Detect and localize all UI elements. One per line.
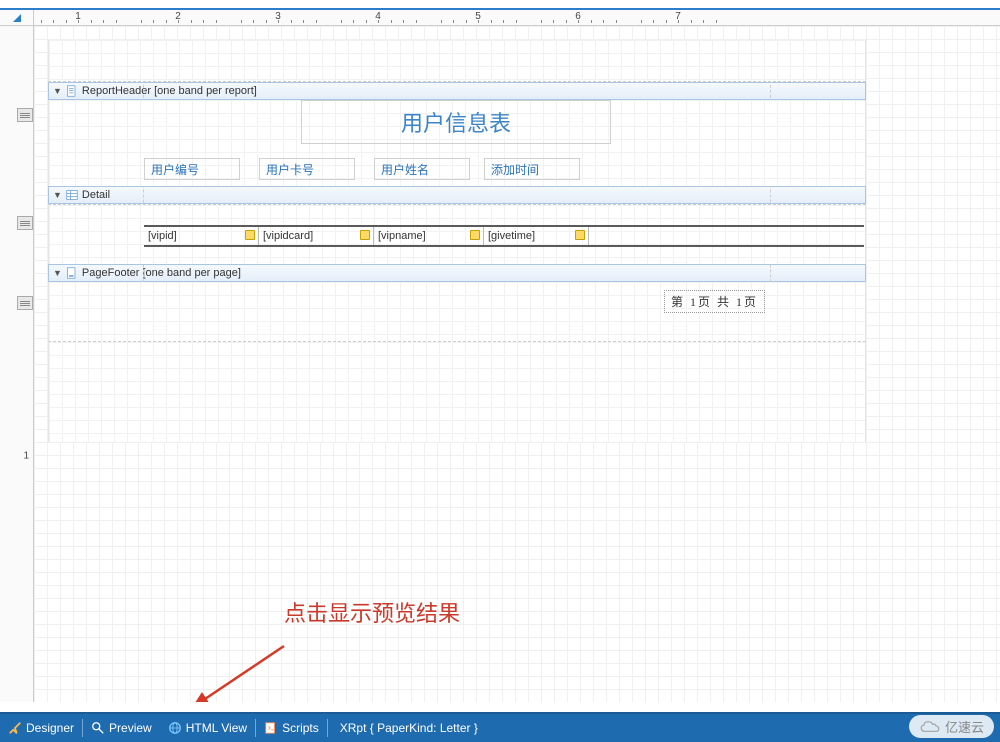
status-text: XRpt { PaperKind: Letter }	[328, 721, 490, 735]
view-tab-bar: Designer Preview HTML View Scripts XRpt …	[0, 712, 1000, 742]
page-info-label[interactable]: 第 1页 共 1页	[664, 290, 765, 313]
cloud-icon	[919, 720, 941, 734]
designer-icon	[8, 721, 22, 735]
smart-tag-icon[interactable]	[360, 230, 370, 240]
field-vipid[interactable]: [vipid]	[144, 227, 259, 245]
detail-table-row[interactable]: [vipid] [vipidcard] [vipname] [give	[144, 225, 864, 247]
tab-scripts[interactable]: Scripts	[256, 714, 327, 742]
band-label: PageFooter [one band per page]	[82, 267, 241, 279]
band-header-detail[interactable]: ▼ Detail	[48, 186, 866, 204]
tab-designer[interactable]: Designer	[0, 714, 82, 742]
field-vipidcard[interactable]: [vipidcard]	[259, 227, 374, 245]
detail-body[interactable]: [vipid] [vipidcard] [vipname] [give	[48, 204, 866, 264]
field-vipname[interactable]: [vipname]	[374, 227, 484, 245]
designer-workspace: 1234567 1 ▼ ReportHeader [one band per r…	[0, 10, 1000, 702]
ruler-v-label: 1	[23, 451, 29, 462]
band-label: Detail	[82, 189, 110, 201]
smart-tag-icon[interactable]	[245, 230, 255, 240]
band-grip-reportheader[interactable]	[17, 108, 33, 122]
col-header-id[interactable]: 用户编号	[144, 158, 240, 180]
tab-html-view[interactable]: HTML View	[160, 714, 255, 742]
band-grip-pagefooter[interactable]	[17, 296, 33, 310]
band-header-reportheader[interactable]: ▼ ReportHeader [one band per report]	[48, 82, 866, 100]
design-canvas[interactable]: ▼ ReportHeader [one band per report] 用户信…	[34, 26, 1000, 702]
collapse-arrow-icon[interactable]: ▼	[53, 268, 62, 278]
horizontal-ruler: 1234567	[0, 10, 1000, 26]
vertical-ruler: 1	[0, 26, 34, 702]
annotation-arrow-icon	[184, 636, 304, 702]
report-icon	[66, 85, 78, 97]
html-view-icon	[168, 721, 182, 735]
collapse-arrow-icon[interactable]: ▼	[53, 86, 62, 96]
title-label[interactable]: 用户信息表	[301, 100, 611, 144]
band-header-pagefooter[interactable]: ▼ PageFooter [one band per page]	[48, 264, 866, 282]
field-givetime[interactable]: [givetime]	[484, 227, 589, 245]
reportheader-body[interactable]: 用户信息表 用户编号 用户卡号 用户姓名 添加时间	[48, 100, 866, 186]
col-header-time[interactable]: 添加时间	[484, 158, 580, 180]
ruler-origin[interactable]	[0, 10, 34, 26]
scripts-icon	[264, 721, 278, 735]
report-page: ▼ ReportHeader [one band per report] 用户信…	[48, 40, 866, 442]
smart-tag-icon[interactable]	[575, 230, 585, 240]
col-header-card[interactable]: 用户卡号	[259, 158, 355, 180]
band-label: ReportHeader [one band per report]	[82, 85, 257, 97]
footer-icon	[66, 267, 78, 279]
watermark: 亿速云	[909, 715, 994, 738]
band-grip-detail[interactable]	[17, 216, 33, 230]
field-empty[interactable]	[589, 227, 864, 245]
collapse-arrow-icon[interactable]: ▼	[53, 190, 62, 200]
col-header-name[interactable]: 用户姓名	[374, 158, 470, 180]
tab-preview[interactable]: Preview	[83, 714, 160, 742]
annotation-text: 点击显示预览结果	[284, 596, 460, 628]
title-bar-border	[0, 0, 1000, 10]
detail-icon	[66, 189, 78, 201]
pagefooter-body[interactable]: 第 1页 共 1页	[48, 282, 866, 342]
smart-tag-icon[interactable]	[470, 230, 480, 240]
preview-icon	[91, 721, 105, 735]
